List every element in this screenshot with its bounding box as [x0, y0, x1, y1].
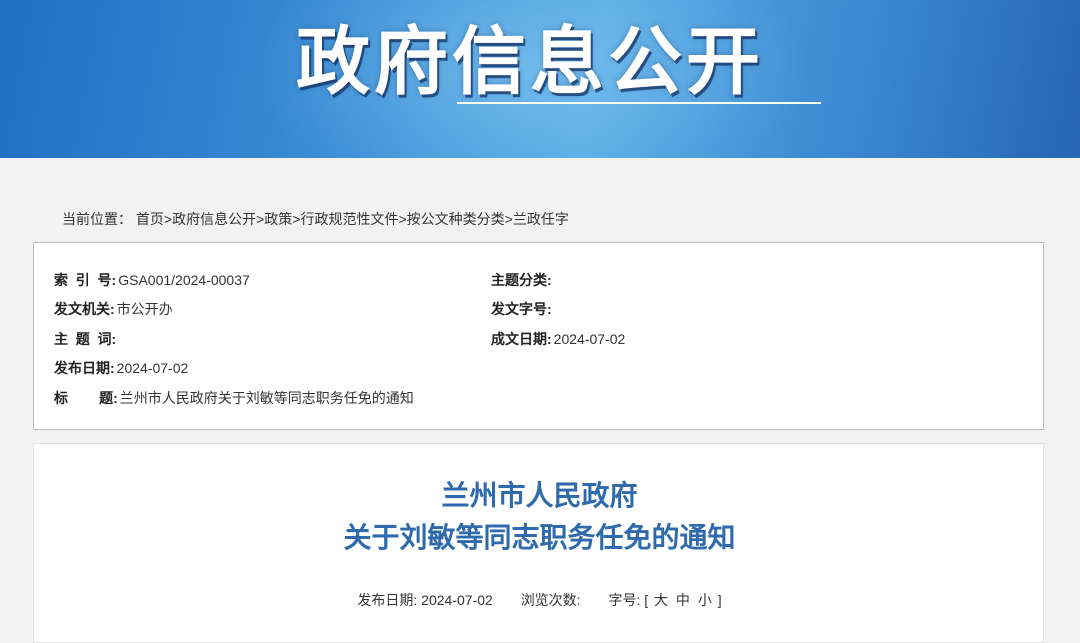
breadcrumb-prefix: 当前位置： [62, 211, 132, 227]
meta-doc-number: 发文字号: [491, 299, 554, 319]
meta-value: 兰州市人民政府关于刘敏等同志职务任免的通知 [119, 390, 414, 406]
meta-written-date: 成文日期: 2024-07-02 [491, 329, 625, 349]
meta-label: 主 题 词: [54, 331, 117, 347]
meta-index-no: 索 引 号: GSA001/2024-00037 [54, 270, 250, 290]
document-title-line-2: 关于刘敏等同志职务任免的通知 [343, 521, 736, 554]
document-publish-date: 发布日期: 2024-07-02 [357, 590, 492, 610]
meta-value: 2024-07-02 [553, 331, 626, 347]
breadcrumb-item-by-doc-type[interactable]: 按公文种类分类 [407, 211, 505, 227]
meta-label: 发布日期: [54, 360, 115, 376]
document-view-count: 浏览次数: [521, 590, 581, 610]
publish-date-label: 发布日期: [357, 592, 418, 608]
font-size-medium-button[interactable]: 中 [674, 592, 692, 608]
meta-title: 标 题: 兰州市人民政府关于刘敏等同志职务任免的通知 [54, 388, 414, 408]
font-size-large-button[interactable]: 大 [652, 592, 670, 608]
meta-topic-category: 主题分类: [491, 270, 554, 290]
font-size-small-button[interactable]: 小 [696, 592, 714, 608]
breadcrumb-item-info-disclosure[interactable]: 政府信息公开 [172, 211, 256, 227]
meta-label: 主题分类: [491, 272, 552, 288]
font-size-label: 字号: [608, 592, 641, 608]
breadcrumb: 当前位置： 首页>政府信息公开>政策>行政规范性文件>按公文种类分类>兰政任字 [62, 209, 569, 229]
meta-issuing-org: 发文机关: 市公开办 [54, 299, 173, 319]
document-content-panel: 兰州市人民政府 关于刘敏等同志职务任免的通知 发布日期: 2024-07-02 … [33, 443, 1044, 643]
breadcrumb-separator: > [163, 211, 173, 227]
breadcrumb-item-policy[interactable]: 政策 [264, 211, 292, 227]
banner-underline [457, 102, 821, 104]
document-title-line-1: 兰州市人民政府 [441, 479, 638, 512]
bracket-open: [ [644, 592, 649, 608]
document-info-bar: 发布日期: 2024-07-02 浏览次数: 字号: [ 大 中 小 ] [34, 590, 1045, 610]
breadcrumb-item-home[interactable]: 首页 [136, 211, 164, 227]
breadcrumb-separator: > [398, 211, 407, 227]
meta-label: 发文机关: [54, 301, 115, 317]
meta-value: 2024-07-02 [116, 360, 189, 376]
meta-label: 索 引 号: [54, 272, 117, 288]
font-size-control: 字号: [ 大 中 小 ] [608, 590, 721, 610]
header-banner: 政府信息公开 [0, 0, 1080, 158]
publish-date-value: 2024-07-02 [421, 592, 493, 608]
view-count-label: 浏览次数: [520, 592, 581, 608]
document-metadata-panel: 索 引 号: GSA001/2024-00037 主题分类: 发文机关: 市公开办 … [33, 242, 1044, 430]
meta-label: 标 题: [54, 390, 118, 406]
meta-value: GSA001/2024-00037 [118, 272, 250, 288]
breadcrumb-separator: > [504, 211, 513, 227]
meta-keywords: 主 题 词: [54, 329, 118, 349]
meta-label: 成文日期: [491, 331, 552, 347]
banner-title: 政府信息公开 [296, 19, 764, 105]
bracket-close: ] [717, 592, 722, 608]
meta-publish-date: 发布日期: 2024-07-02 [54, 358, 188, 378]
meta-label: 发文字号: [491, 301, 552, 317]
breadcrumb-item-normative-docs[interactable]: 行政规范性文件 [300, 211, 398, 227]
meta-value: 市公开办 [116, 301, 173, 317]
breadcrumb-item-appointment[interactable]: 兰政任字 [513, 211, 569, 227]
